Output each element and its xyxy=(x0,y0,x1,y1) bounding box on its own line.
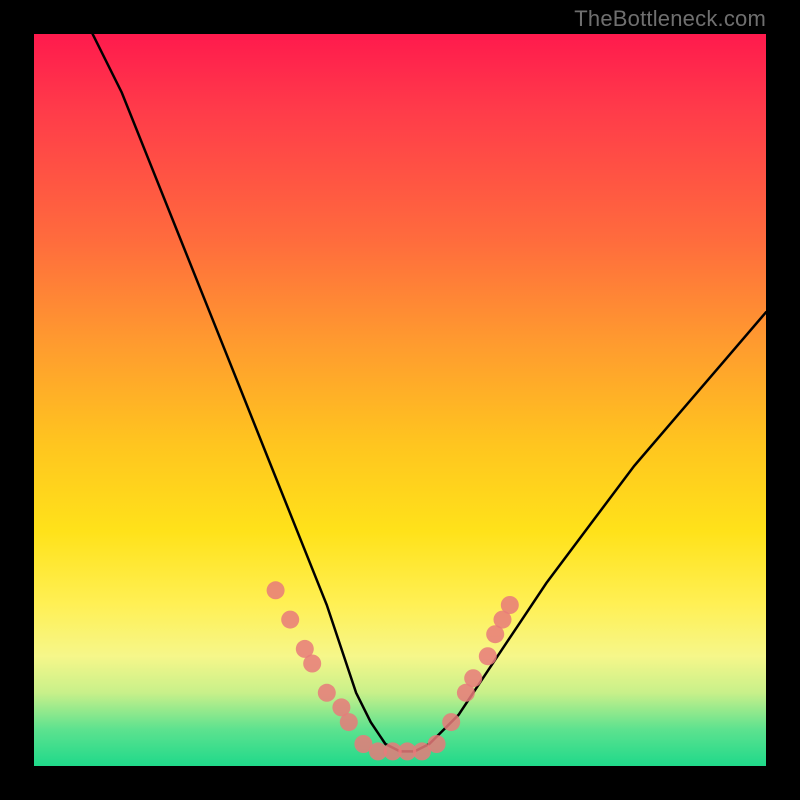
data-marker xyxy=(303,655,321,673)
bottleneck-curve-svg xyxy=(34,34,766,766)
marker-group xyxy=(267,581,519,760)
data-marker xyxy=(442,713,460,731)
data-marker xyxy=(318,684,336,702)
bottleneck-curve xyxy=(93,34,766,751)
watermark-label: TheBottleneck.com xyxy=(574,6,766,32)
data-marker xyxy=(479,647,497,665)
data-marker xyxy=(267,581,285,599)
data-marker xyxy=(340,713,358,731)
data-marker xyxy=(428,735,446,753)
chart-frame: TheBottleneck.com xyxy=(0,0,800,800)
data-marker xyxy=(501,596,519,614)
data-marker xyxy=(281,611,299,629)
data-marker xyxy=(464,669,482,687)
plot-area xyxy=(34,34,766,766)
